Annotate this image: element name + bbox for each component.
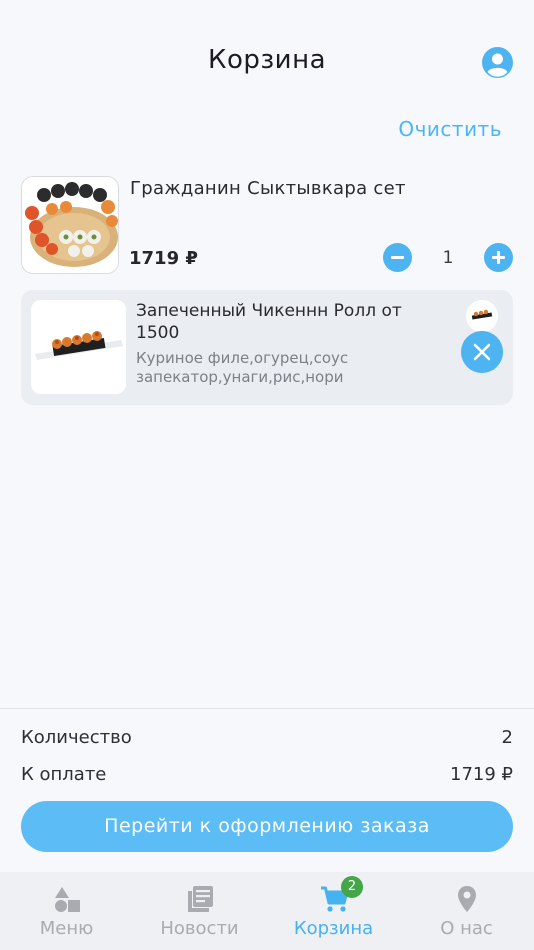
summary-pay-row: К оплате 1719 ₽ [21,764,513,785]
pay-value: 1719 ₽ [450,764,513,785]
tab-about[interactable]: О нас [400,872,533,950]
news-icon [187,886,213,912]
tab-menu-label: Меню [39,918,94,939]
tab-cart[interactable]: Корзина [267,872,400,950]
clear-cart-button[interactable]: Очистить [398,117,502,141]
cart-item-name: Гражданин Сыктывкара сет [130,178,406,199]
addon-description: Куриное филе,огурец,соус запекатор,унаги… [136,349,349,386]
cart-item-image [21,176,119,274]
addon-image [31,300,126,394]
checkout-button[interactable]: Перейти к оформлению заказа [21,801,513,852]
tab-news-label: Новости [160,918,239,939]
page-title: Корзина [207,45,327,75]
addon-card[interactable]: Запеченный Чикеннн Ролл от 1500 Куриное … [21,290,513,405]
addon-name: Запеченный Чикеннн Ролл от 1500 [136,301,402,343]
cart-count-badge: 2 [341,876,363,898]
quantity-value: 1 [442,248,454,268]
cart-item-price: 1719 ₽ [129,248,198,269]
shapes-icon [54,887,80,912]
count-value: 2 [501,727,513,748]
pay-label: К оплате [21,764,107,785]
tab-bar: Меню Новости Корзина О нас [0,872,534,950]
increase-quantity-button[interactable] [484,243,513,272]
close-icon[interactable] [461,331,503,373]
count-label: Количество [21,727,132,748]
tab-cart-label: Корзина [293,918,374,939]
header: Корзина [0,0,534,110]
cart-item: Гражданин Сыктывкара сет 1719 ₽ 1 [21,176,514,276]
account-circle-icon[interactable] [482,47,513,78]
tab-about-label: О нас [440,918,493,939]
location-pin-icon [457,886,476,912]
tab-menu[interactable]: Меню [0,872,133,950]
summary-count-row: Количество 2 [21,727,513,748]
addon-mini-image [466,300,498,332]
summary-divider [0,708,534,709]
decrease-quantity-button[interactable] [383,243,412,272]
tab-news[interactable]: Новости [133,872,266,950]
